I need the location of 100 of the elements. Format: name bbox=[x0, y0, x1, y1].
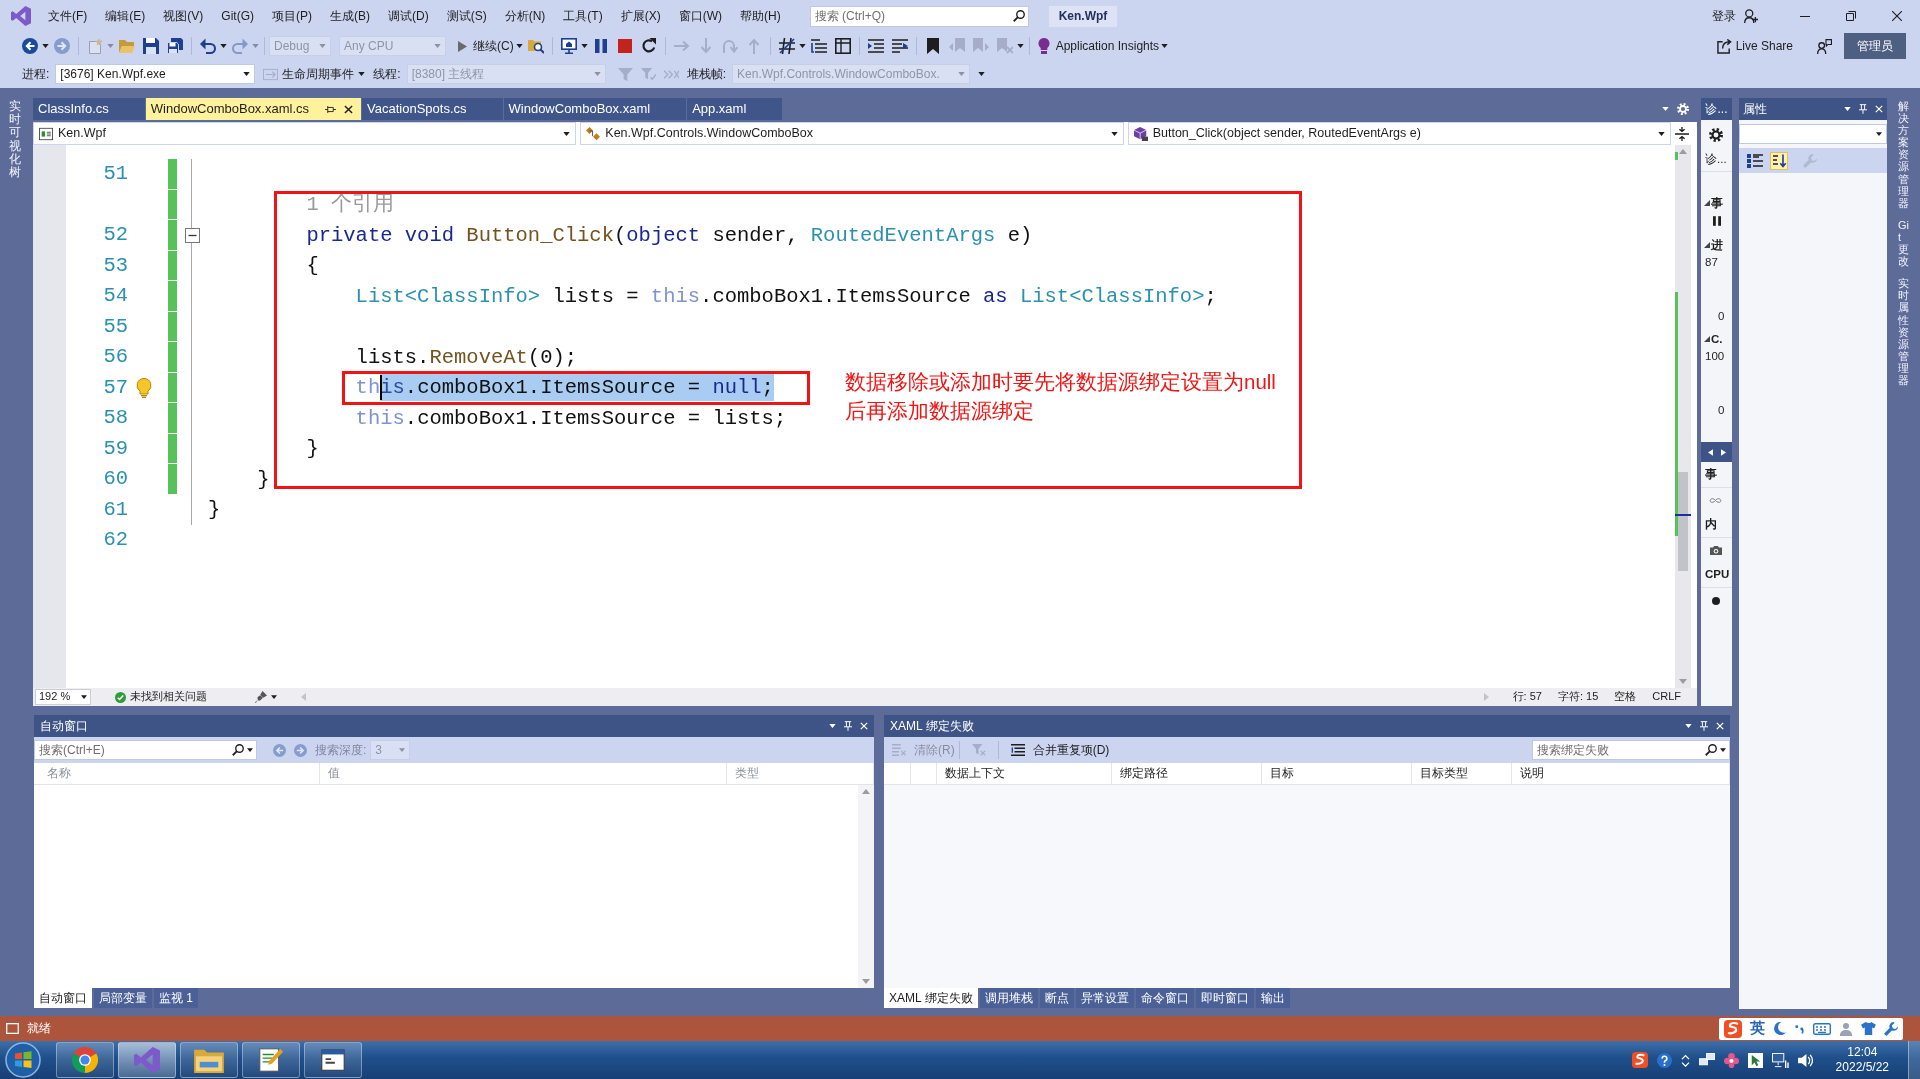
indent-icon[interactable] bbox=[867, 38, 884, 54]
caret-icon[interactable] bbox=[1685, 724, 1692, 728]
caret-icon[interactable] bbox=[1161, 44, 1169, 48]
menu-item[interactable]: 视图(V) bbox=[154, 8, 213, 24]
menu-item[interactable]: 测试(S) bbox=[437, 8, 496, 24]
brush-icon[interactable] bbox=[255, 691, 267, 703]
close-icon[interactable] bbox=[344, 104, 354, 114]
section-label[interactable]: 事 bbox=[1711, 195, 1723, 211]
panel-label[interactable]: 诊... bbox=[1705, 152, 1727, 167]
sort-icon[interactable] bbox=[1771, 152, 1787, 169]
folder-search-icon[interactable] bbox=[527, 38, 544, 54]
pause-icon[interactable] bbox=[592, 38, 609, 54]
network-monitor-icon[interactable] bbox=[1771, 1052, 1789, 1068]
panel-tab[interactable]: 断点 bbox=[1039, 988, 1074, 1008]
record-dot-icon[interactable] bbox=[1712, 597, 1720, 605]
search-field[interactable]: 搜索(Ctrl+E) bbox=[34, 740, 257, 760]
column-header[interactable]: 值 bbox=[320, 763, 727, 784]
column-header[interactable]: 数据上下文 bbox=[937, 763, 1112, 784]
list-icon[interactable] bbox=[810, 38, 827, 54]
editor-tab[interactable]: VacationSpots.cs bbox=[362, 98, 504, 120]
caret-icon[interactable] bbox=[1016, 44, 1024, 48]
save-icon[interactable] bbox=[143, 38, 159, 54]
right-arrow-icon[interactable] bbox=[1720, 448, 1726, 456]
back-arrow-icon[interactable] bbox=[22, 38, 38, 54]
editor-tab[interactable]: WindowComboBox.xaml.cs bbox=[145, 98, 363, 120]
menu-item[interactable]: Git(G) bbox=[212, 8, 263, 24]
side-tab[interactable]: 实时可视化树 bbox=[9, 100, 21, 180]
taskbar-button[interactable] bbox=[180, 1042, 238, 1078]
menu-item[interactable]: 窗口(W) bbox=[669, 8, 731, 24]
input-mode-indicator[interactable]: 英 bbox=[1750, 1019, 1765, 1038]
panel-tab[interactable]: 异常设置 bbox=[1075, 988, 1134, 1008]
menu-item[interactable]: 扩展(X) bbox=[611, 8, 670, 24]
caret-icon[interactable] bbox=[1844, 107, 1851, 111]
live-share-button[interactable]: Live Share bbox=[1716, 38, 1793, 54]
keyboard-icon[interactable] bbox=[1813, 1022, 1831, 1035]
pin-icon[interactable] bbox=[325, 104, 337, 114]
section-label[interactable]: 内 bbox=[1705, 517, 1717, 532]
comment-lines-icon[interactable] bbox=[891, 38, 908, 54]
panel-tab[interactable]: 自动窗口 bbox=[34, 988, 92, 1008]
flower-icon[interactable] bbox=[1723, 1052, 1739, 1068]
side-tab[interactable]: 实时属性资源管理器 bbox=[1898, 277, 1909, 387]
caret-icon[interactable] bbox=[271, 695, 277, 699]
search-field[interactable]: 搜索绑定失败 bbox=[1532, 740, 1730, 760]
column-header[interactable]: 说明 bbox=[1512, 763, 1730, 784]
menu-item[interactable]: 项目(P) bbox=[263, 8, 321, 24]
feedback-icon[interactable] bbox=[1817, 38, 1832, 54]
scrollbar-thumb[interactable] bbox=[1678, 472, 1688, 571]
tray-arrows-icon[interactable] bbox=[1680, 1053, 1690, 1067]
side-tab[interactable]: Git 更改 bbox=[1898, 218, 1909, 268]
caret-icon[interactable] bbox=[220, 44, 227, 48]
menu-item[interactable]: 分析(N) bbox=[495, 8, 555, 24]
taskbar-button[interactable] bbox=[242, 1042, 300, 1078]
line-indicator[interactable]: 行: 57 bbox=[1512, 690, 1542, 704]
continue-button[interactable]: 继续(C) bbox=[458, 38, 514, 54]
expander-icon[interactable] bbox=[1704, 336, 1710, 342]
panel-tab[interactable]: 局部变量 bbox=[94, 988, 152, 1008]
search-icon[interactable] bbox=[232, 744, 244, 756]
caret-icon[interactable] bbox=[1720, 748, 1726, 752]
type-dropdown[interactable]: Ken.Wpf.Controls.WindowComboBox bbox=[580, 122, 1124, 145]
caret-icon[interactable] bbox=[247, 748, 253, 752]
account-icon[interactable] bbox=[1744, 9, 1758, 23]
monitor-icon[interactable] bbox=[560, 38, 577, 54]
network-icon[interactable] bbox=[1698, 1053, 1715, 1067]
panel-tab[interactable]: 调用堆栈 bbox=[979, 988, 1038, 1008]
restart-icon[interactable] bbox=[640, 38, 657, 54]
hash-icon[interactable] bbox=[778, 38, 795, 54]
lifecycle-events-button[interactable]: 生命周期事件 bbox=[263, 66, 366, 82]
panel-tab[interactable]: 命令窗口 bbox=[1135, 988, 1194, 1008]
indent-indicator[interactable]: 空格 bbox=[1614, 690, 1637, 704]
sign-in-link[interactable]: 登录 bbox=[1712, 8, 1736, 24]
ime-logo-icon[interactable] bbox=[1724, 1019, 1742, 1038]
split-icon[interactable] bbox=[1675, 126, 1689, 141]
insights-button[interactable]: Application Insights bbox=[1037, 38, 1160, 54]
pause-icon[interactable] bbox=[1713, 216, 1721, 226]
taskbar-button[interactable] bbox=[56, 1042, 114, 1078]
search-icon[interactable] bbox=[1705, 744, 1717, 756]
editor-tab[interactable]: ClassInfo.cs bbox=[33, 98, 146, 120]
caret-icon[interactable] bbox=[798, 44, 806, 48]
panel-tab[interactable]: 即时窗口 bbox=[1195, 988, 1254, 1008]
vertical-scrollbar[interactable] bbox=[1675, 145, 1691, 688]
left-arrow-icon[interactable] bbox=[1707, 448, 1713, 456]
process-dropdown[interactable]: [3676] Ken.Wpf.exe bbox=[55, 64, 256, 84]
moon-icon[interactable] bbox=[1773, 1022, 1786, 1035]
caret-icon[interactable] bbox=[978, 72, 986, 76]
clock-time[interactable]: 12:04 bbox=[1847, 1045, 1878, 1060]
issues-status[interactable]: 未找到相关问题 bbox=[130, 690, 207, 704]
shirt-icon[interactable] bbox=[1861, 1022, 1876, 1035]
bookmark-icon[interactable] bbox=[924, 38, 941, 54]
ime-logo-icon[interactable] bbox=[1631, 1052, 1648, 1068]
section-label[interactable]: 进 bbox=[1711, 237, 1723, 253]
column-header[interactable]: 绑定路径 bbox=[1112, 763, 1262, 784]
column-indicator[interactable]: 字符: 15 bbox=[1557, 690, 1599, 704]
menu-item[interactable]: 帮助(H) bbox=[731, 8, 790, 24]
clock-date[interactable]: 2022/5/22 bbox=[1835, 1060, 1889, 1075]
column-header[interactable]: 目标类型 bbox=[1412, 763, 1512, 784]
menu-item[interactable]: 编辑(E) bbox=[96, 8, 155, 24]
member-dropdown[interactable]: Button_Click(object sender, RoutedEventArgs e) bbox=[1127, 122, 1671, 145]
camera-icon[interactable] bbox=[1710, 545, 1722, 555]
menu-item[interactable]: 生成(B) bbox=[321, 8, 379, 24]
expander-icon[interactable] bbox=[1704, 242, 1710, 248]
